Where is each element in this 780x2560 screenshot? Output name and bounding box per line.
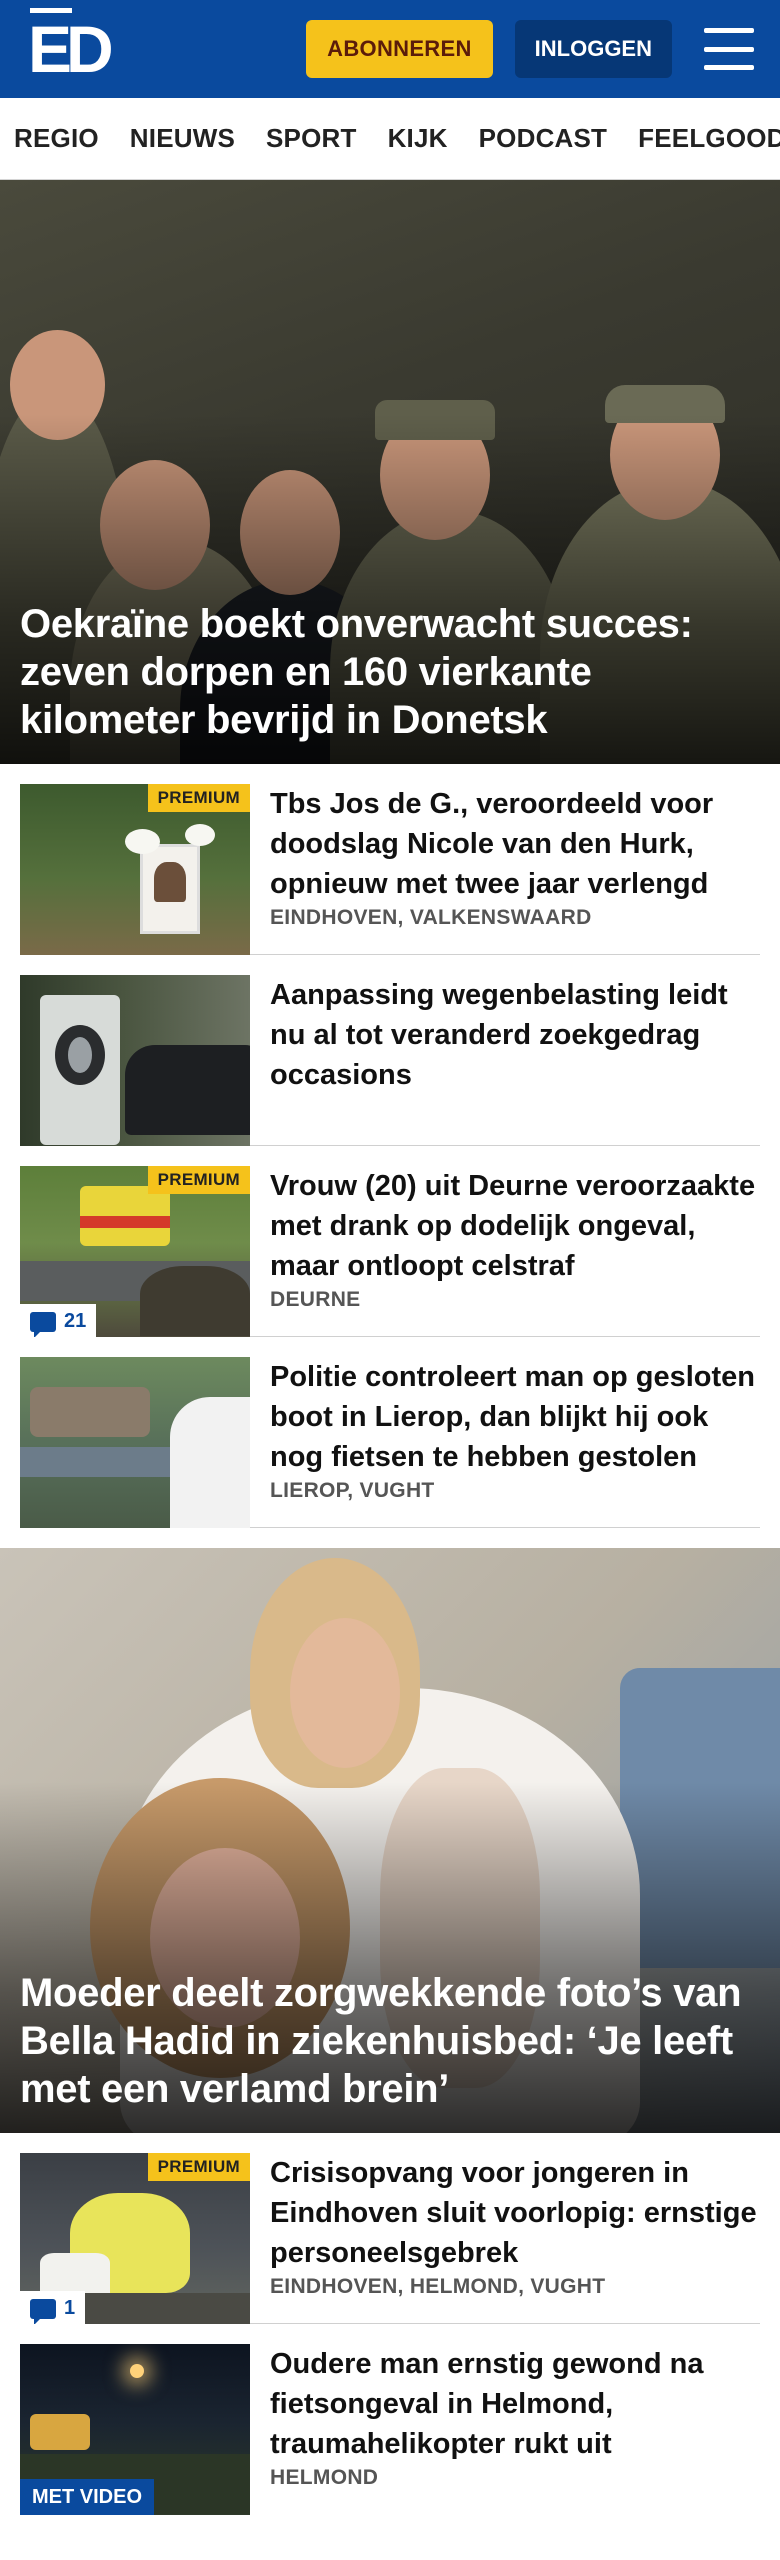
nav-item-kijk[interactable]: KIJK [388,123,448,154]
hero-title[interactable]: Moeder deelt zorgwekkende foto’s van Bel… [20,1969,760,2113]
article-location: HELMOND [270,2466,379,2489]
article-thumbnail [20,975,250,1146]
comment-count[interactable]: 21 [20,1304,97,1337]
logo-text: ED [28,8,114,86]
comment-icon [30,2298,56,2324]
ed-logo[interactable]: ED [28,0,114,98]
nav-item-sport[interactable]: SPORT [266,123,357,154]
subscribe-button[interactable]: ABONNEREN [306,20,493,78]
hero-article-1[interactable]: Oekraïne boekt onverwacht succes: zeven … [0,180,780,764]
premium-badge: PREMIUM [147,784,250,812]
article-list-1: PREMIUM Tbs Jos de G., veroordeeld voor … [0,764,780,1528]
article-thumbnail: PREMIUM 1 [20,2153,250,2324]
article-title[interactable]: Crisisopvang voor jongeren in Eindhoven … [270,2153,760,2273]
article-list-2: PREMIUM 1 Crisisopvang voor jongeren in … [0,2133,780,2515]
nav-item-regio[interactable]: REGIO [14,123,99,154]
menu-icon[interactable] [704,28,754,70]
comment-count-value: 21 [64,1310,87,1332]
section-nav: REGIO NIEUWS SPORT KIJK PODCAST FEELGOOD [0,98,780,180]
article-title[interactable]: Oudere man ernstig gewond na fietsongeva… [270,2344,760,2464]
article-thumbnail: PREMIUM [20,784,250,955]
article-title[interactable]: Aanpassing wegenbelasting leidt nu al to… [270,975,760,1095]
article-location: DEURNE [270,1288,361,1311]
list-item[interactable]: PREMIUM Tbs Jos de G., veroordeeld voor … [20,764,760,955]
hero-article-2[interactable]: Moeder deelt zorgwekkende foto’s van Bel… [0,1548,780,2133]
nav-item-feelgood[interactable]: FEELGOOD [638,123,780,154]
comment-icon [30,1311,56,1337]
article-thumbnail: PREMIUM 21 [20,1166,250,1337]
comment-count-value: 1 [64,2297,76,2319]
article-title[interactable]: Tbs Jos de G., veroordeeld voor doodslag… [270,784,760,904]
login-button[interactable]: INLOGGEN [514,20,672,78]
nav-item-podcast[interactable]: PODCAST [479,123,608,154]
hero-title[interactable]: Oekraïne boekt onverwacht succes: zeven … [20,600,760,744]
article-thumbnail [20,1357,250,1528]
comment-count[interactable]: 1 [20,2291,86,2324]
site-header: ED ABONNEREN INLOGGEN [0,0,780,98]
list-item[interactable]: Aanpassing wegenbelasting leidt nu al to… [20,955,760,1146]
list-item[interactable]: Politie controleert man op gesloten boot… [20,1337,760,1528]
header-actions: ABONNEREN INLOGGEN [306,20,754,78]
list-item[interactable]: PREMIUM 21 Vrouw (20) uit Deurne veroorz… [20,1146,760,1337]
article-location: LIEROP, VUGHT [270,1479,435,1502]
video-badge: MET VIDEO [20,2479,155,2515]
premium-badge: PREMIUM [147,1166,250,1194]
list-item[interactable]: PREMIUM 1 Crisisopvang voor jongeren in … [20,2133,760,2324]
article-title[interactable]: Vrouw (20) uit Deurne veroorzaakte met d… [270,1166,760,1286]
nav-item-nieuws[interactable]: NIEUWS [130,123,235,154]
article-thumbnail: MET VIDEO [20,2344,250,2515]
premium-badge: PREMIUM [147,2153,250,2181]
article-title[interactable]: Politie controleert man op gesloten boot… [270,1357,760,1477]
article-location: EINDHOVEN, VALKENSWAARD [270,906,592,929]
list-item[interactable]: MET VIDEO Oudere man ernstig gewond na f… [20,2324,760,2515]
article-location: EINDHOVEN, HELMOND, VUGHT [270,2275,606,2298]
